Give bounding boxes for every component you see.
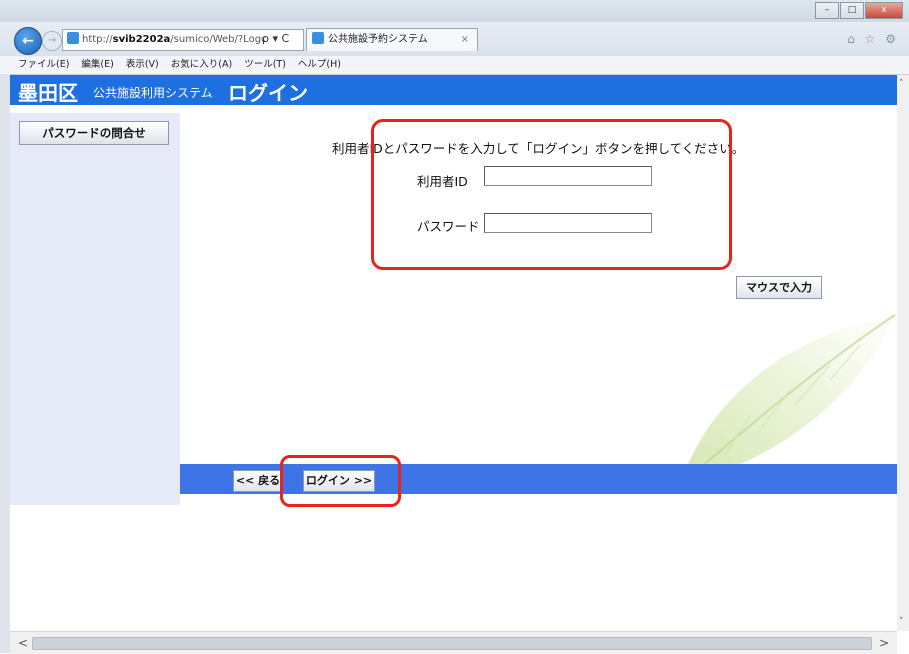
page-content: 墨田区 公共施設利用システム ログイン パスワードの問合せ 利用者IDとパスワー… [10,75,897,631]
tab-favicon-icon [312,32,324,44]
login-highlight-box [280,455,401,507]
address-prefix: http:// [82,34,113,45]
tab-title: 公共施設予約システム [328,34,428,45]
address-path: /sumico/Web/?Logc [170,34,267,45]
menu-favorites[interactable]: お気に入り(A) [165,56,238,74]
close-window-button[interactable]: x [865,2,903,19]
menu-edit[interactable]: 編集(E) [75,56,119,74]
system-name: 公共施設利用システム [93,86,213,100]
horizontal-scroll-thumb[interactable] [32,637,872,650]
menu-help[interactable]: ヘルプ(H) [292,56,347,74]
browser-back-button[interactable]: ← [14,27,42,55]
browser-title-bar: – □ x [0,0,909,22]
sidebar: パスワードの問合せ [10,113,180,505]
minimize-button[interactable]: – [815,2,839,19]
scroll-down-icon[interactable]: ˅ [899,617,904,627]
page-header: 墨田区 公共施設利用システム ログイン [10,75,897,105]
tab-close-icon[interactable]: × [461,29,469,51]
mouse-input-button[interactable]: マウスで入力 [736,276,822,299]
maximize-button[interactable]: □ [840,2,864,19]
browser-tab[interactable]: 公共施設予約システム × [306,28,478,51]
input-highlight-box [371,119,732,270]
menu-file[interactable]: ファイル(E) [0,56,75,74]
vertical-scrollbar[interactable]: ˄ ˅ [897,75,909,631]
ward-name: 墨田区 [18,81,78,105]
menu-view[interactable]: 表示(V) [120,56,165,74]
password-inquiry-button[interactable]: パスワードの問合せ [19,121,169,145]
scroll-up-icon[interactable]: ˄ [899,79,904,89]
window-left-edge [0,74,10,653]
browser-menu-bar: ファイル(E) 編集(E) 表示(V) お気に入り(A) ツール(T) ヘルプ(… [0,56,909,75]
address-search-refresh-icons[interactable]: ρ ▾ C [262,29,289,49]
scroll-left-icon[interactable]: < [18,636,28,650]
home-favorites-settings-icons[interactable]: ⌂ ☆ ⚙ [847,32,899,46]
ie-page-icon [67,32,79,44]
window-controls: – □ x [815,2,903,19]
back-button[interactable]: << 戻る [233,470,283,492]
page-title: ログイン [228,81,308,105]
horizontal-scrollbar[interactable]: < > [10,631,897,654]
menu-tools[interactable]: ツール(T) [238,56,292,74]
scroll-right-icon[interactable]: > [879,636,889,650]
browser-forward-button[interactable]: → [42,31,62,51]
address-host: svib2202a [112,34,171,45]
